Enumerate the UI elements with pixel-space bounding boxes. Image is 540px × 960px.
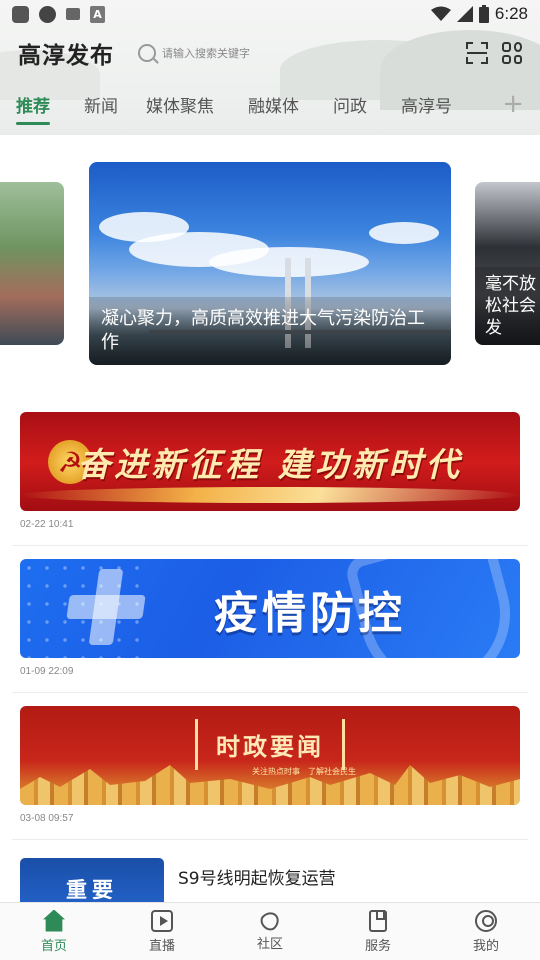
community-icon [257,907,283,934]
news-title: S9号线明起恢复运营 [178,869,336,889]
nav-label: 社区 [256,936,283,952]
scan-icon[interactable] [466,42,488,64]
divider [12,545,528,546]
message-icon [66,8,80,20]
apps-grid-icon[interactable] [502,42,522,64]
profile-icon [475,909,497,932]
add-tab-icon[interactable]: + [502,91,524,117]
banner-image: ☭ 奋进新征程 建功新时代 [20,412,520,511]
thumbnail-text: 重要 [66,877,118,902]
nav-profile[interactable]: 我的 [432,903,540,960]
app-screen: A 6:28 高淳发布 请输入搜索关键字 推荐 新闻 媒体聚焦 融媒体 问政 高… [0,0,540,960]
banner-image: 时政要闻 关注热点时事 了解社会民生 [20,706,520,805]
divider [12,839,528,840]
banner-title: 疫情防控 [214,587,406,639]
top-header: 高淳发布 请输入搜索关键字 [0,30,540,76]
shutter-icon [39,5,56,23]
carousel-caption: 凝心聚力，高质高效推进大气污染防治工作 [89,297,451,365]
news-thumbnail: 重要 [20,858,164,908]
live-icon [151,909,173,932]
nav-label: 首页 [40,938,67,954]
home-icon [43,909,65,932]
nav-label: 服务 [364,938,391,954]
item-timestamp: 01-09 22:09 [20,666,74,677]
banner-title: 时政要闻 [195,719,345,770]
battery-icon [478,5,489,23]
carousel-caption-next: 毫不放松社会发 [475,267,540,345]
app-title: 高淳发布 [18,43,114,69]
banner-carousel: 凝心聚力，高质高效推进大气污染防治工作 毫不放松社会发 [0,162,540,367]
status-time: 6:28 [494,4,528,23]
carousel-slide-prev[interactable] [0,182,64,345]
font-app-icon: A [90,5,105,23]
banner-title: 奋进新征程 建功新时代 [77,444,463,484]
nav-live[interactable]: 直播 [108,903,216,960]
tab-gaochun-account[interactable]: 高淳号 [401,92,452,117]
tab-news[interactable]: 新闻 [84,92,118,117]
item-timestamp: 03-08 09:57 [20,813,74,824]
tab-media-focus[interactable]: 媒体聚焦 [146,92,214,117]
tab-inquiry[interactable]: 问政 [333,92,367,117]
app-notification-icon [12,5,29,23]
carousel-slide-next[interactable]: 毫不放松社会发 [475,182,540,345]
signal-icon [456,6,473,22]
item-timestamp: 02-22 10:41 [20,519,74,530]
nav-label: 直播 [148,938,175,954]
bottom-navigation: 首页 直播 社区 服务 我的 [0,902,540,960]
carousel-slide-current[interactable]: 凝心聚力，高质高效推进大气污染防治工作 [89,162,451,365]
tab-recommend[interactable]: 推荐 [16,92,50,125]
nav-community[interactable]: 社区 [216,903,324,960]
search-box[interactable]: 请输入搜索关键字 [138,44,250,62]
banner-subtitle: 关注热点时事 了解社会民生 [252,767,356,776]
tab-convergence-media[interactable]: 融媒体 [248,92,299,117]
wifi-icon [430,6,451,21]
channel-tabs: 推荐 新闻 媒体聚焦 融媒体 问政 高淳号 + [0,84,540,125]
status-bar: A 6:28 [0,0,540,28]
news-list-item[interactable]: 重要 S9号线明起恢复运营 [20,858,520,908]
divider [12,692,528,693]
search-placeholder: 请输入搜索关键字 [162,47,250,60]
search-icon [138,44,156,62]
nav-service[interactable]: 服务 [324,903,432,960]
banner-image: 疫情防控 [20,559,520,658]
medical-cross-icon [68,569,144,645]
service-icon [369,909,387,932]
nav-label: 我的 [472,938,499,954]
nav-home[interactable]: 首页 [0,903,108,960]
